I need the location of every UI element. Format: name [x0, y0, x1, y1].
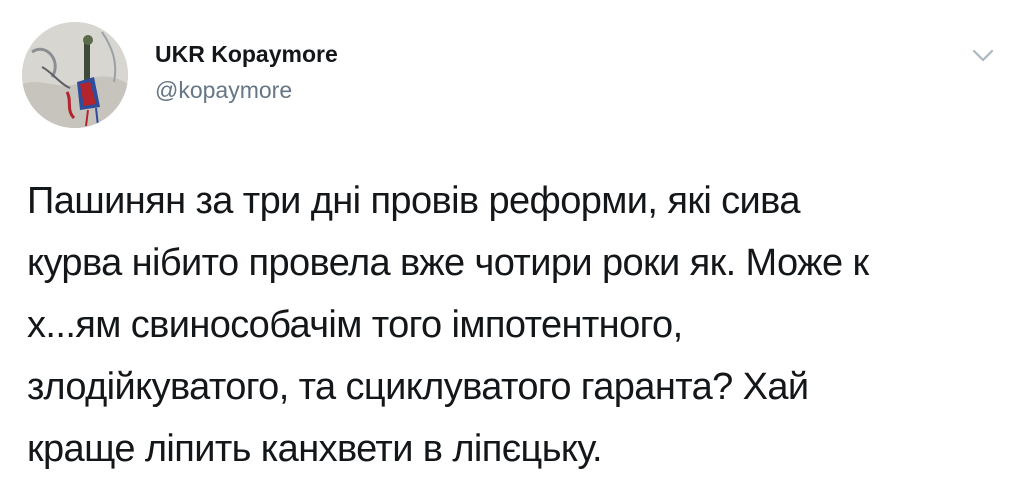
- author-display-name[interactable]: UKR Kopaymore: [155, 40, 338, 68]
- author-handle[interactable]: @kopaymore: [155, 76, 292, 104]
- chevron-down-icon: [972, 49, 994, 62]
- tweet-card: UKR Kopaymore @kopaymore Пашинян за три …: [0, 0, 1012, 485]
- tweet-text: Пашинян за три дні провів реформи, які с…: [27, 180, 869, 470]
- avatar-painting-icon: [22, 22, 128, 128]
- tweet-menu-button[interactable]: [965, 42, 1001, 70]
- author-avatar[interactable]: [22, 22, 128, 128]
